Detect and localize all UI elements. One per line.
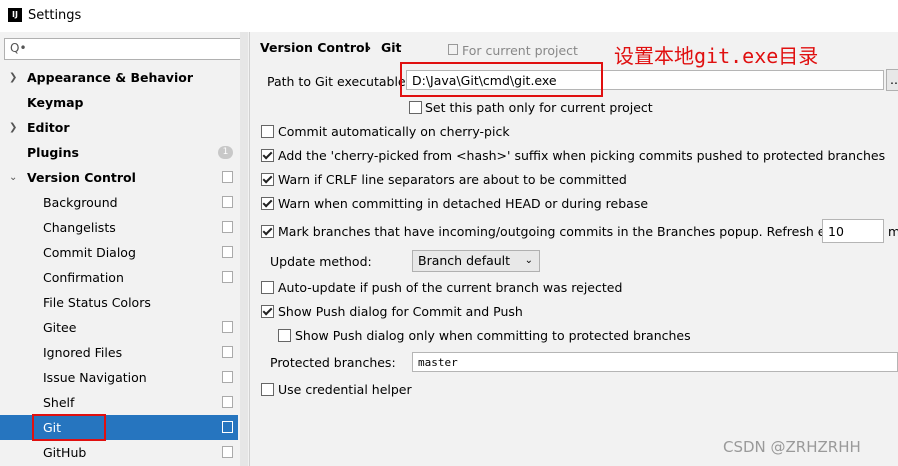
sidebar-item-background[interactable]: Background — [0, 190, 238, 215]
project-scope-icon — [222, 371, 233, 383]
project-scope-icon — [448, 44, 458, 55]
update-method-label: Update method: — [270, 254, 372, 269]
git-settings-panel: Version Control › Git For current projec… — [250, 32, 898, 466]
chevron-down-icon: ⌄ — [524, 255, 533, 266]
breadcrumb-separator: › — [366, 40, 372, 55]
search-icon: Q• — [10, 41, 27, 55]
settings-sidebar: Q• ❯ Appearance & Behavior Keymap ❯ Edit… — [0, 32, 249, 466]
path-highlight-box — [400, 62, 603, 97]
auto-update-label: Auto-update if push of the current branc… — [278, 280, 623, 295]
mark-branches-checkbox[interactable] — [261, 225, 274, 238]
sidebar-item-keymap[interactable]: Keymap — [0, 90, 238, 115]
project-scope-icon — [222, 421, 233, 433]
sidebar-item-ignored-files[interactable]: Ignored Files — [0, 340, 238, 365]
window-title: Settings — [28, 8, 82, 23]
chevron-down-icon[interactable]: ⌄ — [9, 165, 17, 190]
project-scope-icon — [222, 171, 233, 183]
commit-cherry-pick-label: Commit automatically on cherry-pick — [278, 124, 510, 139]
sidebar-item-changelists[interactable]: Changelists — [0, 215, 238, 240]
warn-detached-head-label: Warn when committing in detached HEAD or… — [278, 196, 649, 211]
sidebar-scrollbar[interactable] — [240, 32, 248, 466]
refresh-unit-label: m — [888, 224, 898, 239]
show-push-dialog-label: Show Push dialog for Commit and Push — [278, 304, 523, 319]
sidebar-item-plugins[interactable]: Plugins 1 — [0, 140, 238, 165]
show-push-dialog-checkbox[interactable] — [261, 305, 274, 318]
project-scope-icon — [222, 446, 233, 458]
annotation-text: 设置本地git.exe目录 — [614, 44, 819, 68]
sidebar-item-commit-dialog[interactable]: Commit Dialog — [0, 240, 238, 265]
cherry-picked-suffix-checkbox[interactable] — [261, 149, 274, 162]
chevron-right-icon[interactable]: ❯ — [9, 115, 17, 140]
chevron-right-icon[interactable]: ❯ — [9, 65, 17, 90]
mark-branches-label: Mark branches that have incoming/outgoin… — [278, 224, 854, 239]
update-method-value: Branch default — [418, 253, 511, 268]
show-push-protected-label: Show Push dialog only when committing to… — [295, 328, 691, 343]
set-path-project-label: Set this path only for current project — [425, 100, 653, 115]
auto-update-checkbox[interactable] — [261, 281, 274, 294]
credential-helper-label: Use credential helper — [278, 382, 412, 397]
credential-helper-checkbox[interactable] — [261, 383, 274, 396]
project-scope-icon — [222, 396, 233, 408]
protected-branches-input[interactable]: master — [412, 352, 898, 372]
project-scope-icon — [222, 271, 233, 283]
path-label: Path to Git executable: — [267, 74, 410, 89]
project-scope-icon — [222, 196, 233, 208]
title-bar: IJ Settings — [0, 0, 898, 32]
project-scope-icon — [222, 321, 233, 333]
update-method-select[interactable]: Branch default ⌄ — [412, 250, 540, 272]
warn-detached-head-checkbox[interactable] — [261, 197, 274, 210]
refresh-interval-input[interactable]: 10 — [822, 219, 884, 243]
sidebar-item-editor[interactable]: ❯ Editor — [0, 115, 238, 140]
project-scope-icon — [222, 246, 233, 258]
git-highlight-box — [32, 414, 106, 441]
intellij-app-icon: IJ — [8, 8, 22, 22]
breadcrumb-git: Git — [381, 40, 402, 55]
browse-button[interactable]: ... — [886, 69, 898, 91]
set-path-project-checkbox[interactable] — [409, 101, 422, 114]
watermark: CSDN @ZRHZRHH — [723, 438, 861, 456]
show-push-protected-checkbox[interactable] — [278, 329, 291, 342]
project-scope-icon — [222, 346, 233, 358]
commit-cherry-pick-checkbox[interactable] — [261, 125, 274, 138]
sidebar-item-shelf[interactable]: Shelf — [0, 390, 238, 415]
sidebar-item-github[interactable]: GitHub — [0, 440, 238, 465]
sidebar-item-issue-navigation[interactable]: Issue Navigation — [0, 365, 238, 390]
warn-crlf-checkbox[interactable] — [261, 173, 274, 186]
warn-crlf-label: Warn if CRLF line separators are about t… — [278, 172, 627, 187]
search-input[interactable]: Q• — [4, 38, 243, 60]
breadcrumb-version-control: Version Control — [260, 40, 369, 55]
sidebar-item-version-control[interactable]: ⌄ Version Control — [0, 165, 238, 190]
sidebar-item-gitee[interactable]: Gitee — [0, 315, 238, 340]
plugins-update-badge: 1 — [218, 146, 233, 159]
sidebar-item-appearance-behavior[interactable]: ❯ Appearance & Behavior — [0, 65, 238, 90]
sidebar-item-file-status-colors[interactable]: File Status Colors — [0, 290, 238, 315]
sidebar-item-confirmation[interactable]: Confirmation — [0, 265, 238, 290]
scope-label: For current project — [462, 43, 578, 58]
protected-branches-label: Protected branches: — [270, 355, 396, 370]
cherry-picked-suffix-label: Add the 'cherry-picked from <hash>' suff… — [278, 148, 886, 163]
project-scope-icon — [222, 221, 233, 233]
